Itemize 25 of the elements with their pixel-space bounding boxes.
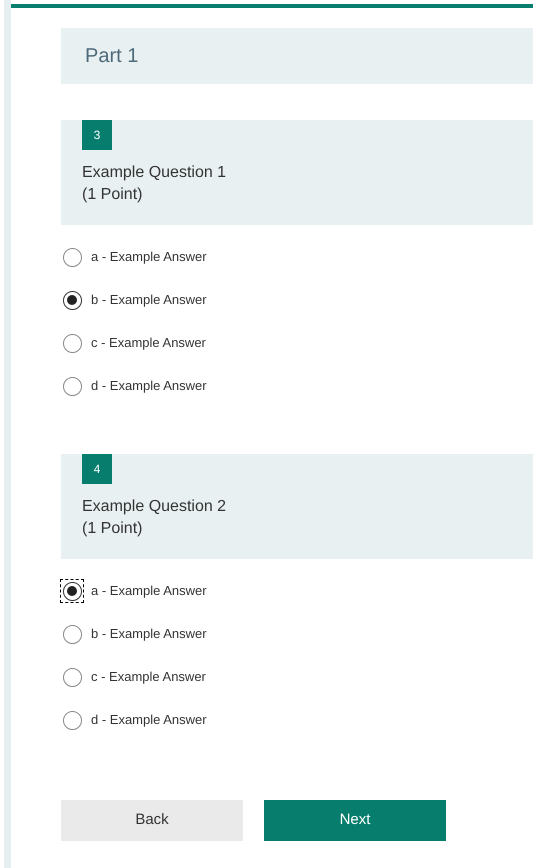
section-title: Part 1 [85,44,138,69]
back-button[interactable]: Back [61,800,243,841]
radio-button[interactable] [61,246,83,268]
radio-button[interactable] [61,289,83,311]
question-points: (1 Point) [82,185,142,205]
question-title: Example Question 1 [82,163,226,183]
question-title: Example Question 2 [82,497,226,517]
answer-option[interactable]: d - Example Answer [61,710,207,730]
radio-button[interactable] [61,580,83,602]
question-number: 4 [82,454,112,484]
question-points: (1 Point) [82,519,142,539]
answer-option[interactable]: d - Example Answer [61,376,207,396]
radio-button[interactable] [61,375,83,397]
answer-option[interactable]: c - Example Answer [61,333,206,353]
radio-button[interactable] [61,623,83,645]
answer-option[interactable]: b - Example Answer [61,290,207,310]
answer-option[interactable]: a - Example Answer [61,581,207,601]
next-button[interactable]: Next [264,800,446,841]
radio-button[interactable] [61,709,83,731]
answer-option[interactable]: a - Example Answer [61,247,207,267]
radio-button[interactable] [61,332,83,354]
radio-button[interactable] [61,666,83,688]
answer-option[interactable]: c - Example Answer [61,667,206,687]
question-number: 3 [82,120,112,150]
answer-option[interactable]: b - Example Answer [61,624,207,644]
